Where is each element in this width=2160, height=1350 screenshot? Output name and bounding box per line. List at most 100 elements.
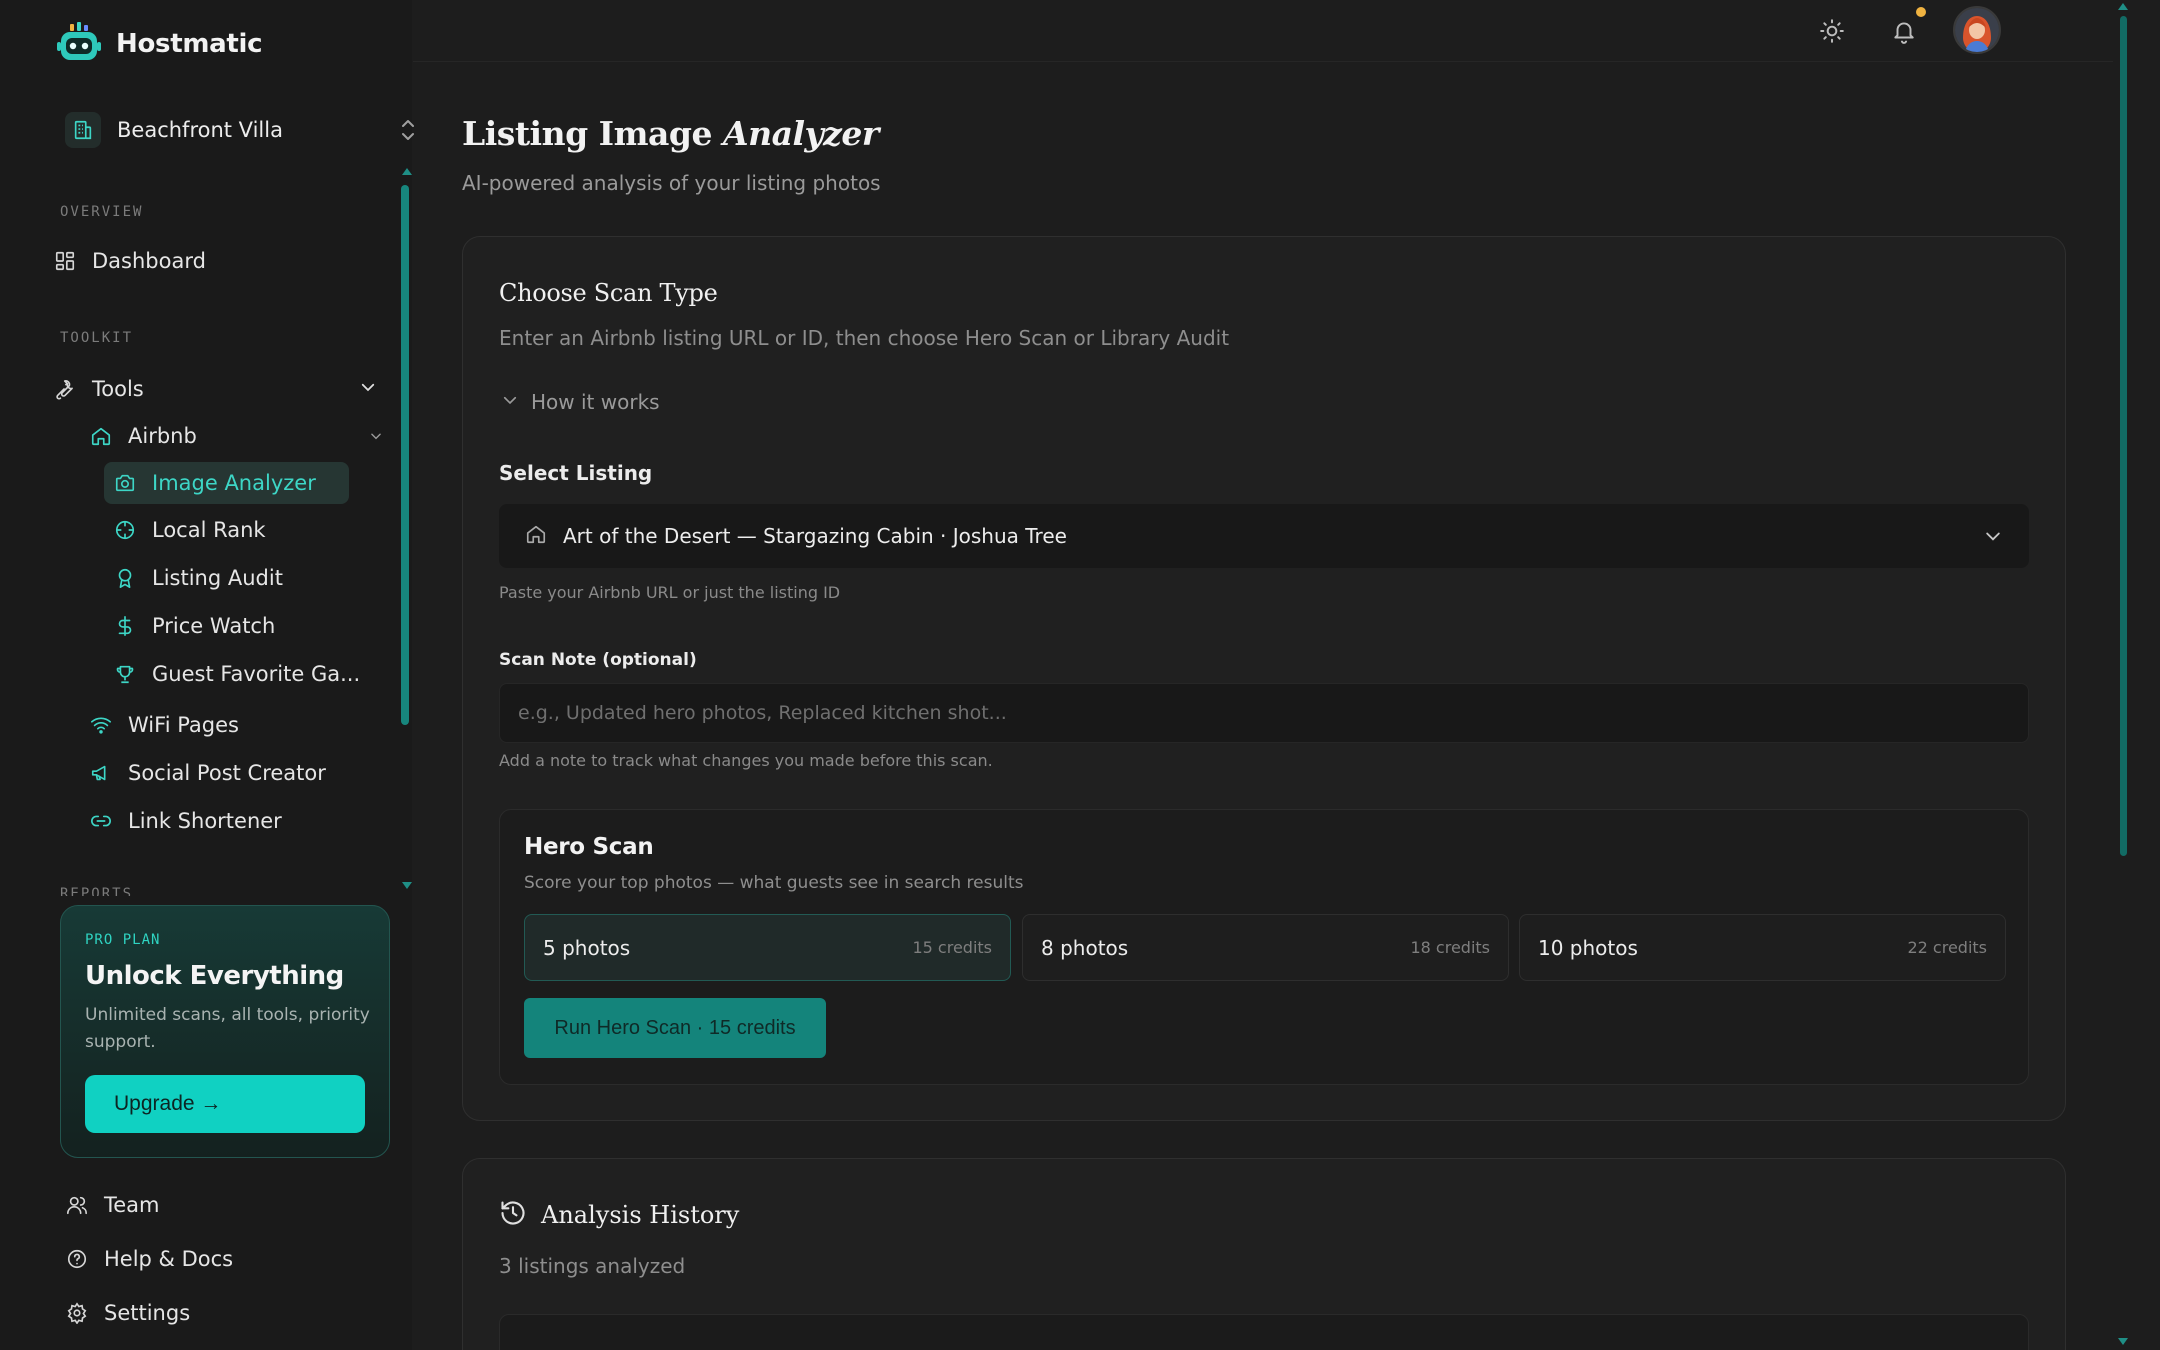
megaphone-icon: [88, 760, 114, 786]
help-circle-icon: [64, 1246, 90, 1272]
award-icon: [112, 565, 138, 591]
photo-option-count: 10 photos: [1538, 935, 1638, 960]
building-icon: [65, 112, 101, 148]
how-it-works-toggle[interactable]: How it works: [501, 390, 660, 414]
sidebar-item-label: Social Post Creator: [128, 761, 326, 785]
photo-option-8[interactable]: 8 photos 18 credits: [1022, 914, 1509, 981]
photo-option-5[interactable]: 5 photos 15 credits: [524, 914, 1011, 981]
scan-note-help: Add a note to track what changes you mad…: [499, 751, 993, 770]
sidebar-item-label: WiFi Pages: [128, 713, 239, 737]
chevron-down-icon: [501, 390, 519, 414]
robot-logo-icon: [57, 22, 101, 66]
history-header: Analysis History: [499, 1199, 739, 1231]
sidebar-item-label: Price Watch: [152, 614, 276, 638]
chevrons-up-down-icon: [399, 117, 417, 147]
sidebar-item-label: Link Shortener: [128, 809, 282, 833]
gear-icon: [64, 1300, 90, 1326]
history-icon: [499, 1199, 527, 1231]
card-title: Choose Scan Type: [499, 279, 718, 307]
sidebar-item-settings[interactable]: Settings: [64, 1300, 190, 1326]
sidebar-item-airbnb[interactable]: Airbnb: [88, 423, 383, 449]
analysis-history-card: Analysis History 3 listings analyzed: [462, 1158, 2066, 1350]
section-label-reports: REPORTS: [60, 886, 134, 896]
sidebar-item-wifi-pages[interactable]: WiFi Pages: [88, 712, 239, 738]
card-subtitle: Enter an Airbnb listing URL or ID, then …: [499, 326, 1230, 350]
page-scrollbar[interactable]: [2120, 16, 2127, 856]
sidebar-item-label: Help & Docs: [104, 1247, 234, 1271]
property-switcher[interactable]: Beachfront Villa: [65, 105, 417, 155]
page-scroll-down-arrow[interactable]: [2118, 1338, 2128, 1345]
sidebar-item-label: Local Rank: [152, 518, 266, 542]
history-subtitle: 3 listings analyzed: [499, 1254, 686, 1278]
trophy-icon: [112, 661, 138, 687]
page-title-italic: Analyzer: [722, 114, 879, 153]
top-bar: [413, 0, 2113, 62]
users-icon: [64, 1192, 90, 1218]
property-name: Beachfront Villa: [117, 118, 283, 142]
photo-option-credits: 22 credits: [1907, 938, 1987, 957]
sidebar-item-label: Dashboard: [92, 249, 206, 273]
history-title: Analysis History: [541, 1201, 740, 1229]
pro-plan-card: PRO PLAN Unlock Everything Unlimited sca…: [60, 905, 390, 1158]
sidebar-item-help-docs[interactable]: Help & Docs: [64, 1246, 233, 1272]
avatar[interactable]: [1953, 6, 2001, 54]
sidebar-item-listing-audit[interactable]: Listing Audit: [112, 565, 283, 591]
dollar-icon: [112, 613, 138, 639]
notification-dot: [1916, 7, 1926, 17]
sidebar-item-image-analyzer[interactable]: Image Analyzer: [104, 462, 349, 504]
run-hero-scan-button[interactable]: Run Hero Scan · 15 credits: [524, 998, 826, 1058]
select-listing-help: Paste your Airbnb URL or just the listin…: [499, 583, 841, 602]
sidebar-item-label: Image Analyzer: [152, 471, 316, 495]
wrench-icon: [52, 376, 78, 402]
chevron-down-icon: [359, 377, 377, 401]
sidebar-item-dashboard[interactable]: Dashboard: [52, 248, 206, 274]
select-listing-label: Select Listing: [499, 461, 653, 485]
page-subtitle: AI-powered analysis of your listing phot…: [462, 171, 881, 195]
hero-scan-panel: Hero Scan Score your top photos — what g…: [499, 809, 2029, 1085]
sidebar-item-link-shortener[interactable]: Link Shortener: [88, 808, 282, 834]
sidebar-item-label: Listing Audit: [152, 566, 283, 590]
sidebar-item-tools[interactable]: Tools: [52, 376, 377, 402]
sun-icon[interactable]: [1814, 13, 1850, 49]
sidebar-item-label: Tools: [92, 377, 144, 401]
bell-icon[interactable]: [1886, 13, 1922, 49]
scan-type-card: Choose Scan Type Enter an Airbnb listing…: [462, 236, 2066, 1121]
sidebar-item-label: Settings: [104, 1301, 191, 1325]
upgrade-button[interactable]: Upgrade →: [85, 1075, 365, 1133]
chevron-down-icon: [369, 424, 383, 448]
section-label-overview: OVERVIEW: [60, 204, 144, 220]
hero-scan-title: Hero Scan: [524, 834, 654, 860]
photo-option-credits: 15 credits: [912, 938, 992, 957]
sidebar-scroll-up-arrow[interactable]: [402, 168, 412, 175]
sidebar-scroll-down-arrow[interactable]: [402, 882, 412, 889]
sidebar-item-local-rank[interactable]: Local Rank: [112, 517, 266, 543]
photo-option-count: 5 photos: [543, 935, 631, 960]
photo-option-10[interactable]: 10 photos 22 credits: [1519, 914, 2006, 981]
sidebar-scrollbar[interactable]: [401, 185, 409, 725]
sidebar: Hostmatic Beachfront Villa OVERVIEW Dash…: [0, 0, 414, 1350]
selected-listing: Art of the Desert — Stargazing Cabin · J…: [563, 524, 1067, 548]
sidebar-item-price-watch[interactable]: Price Watch: [112, 613, 275, 639]
brand[interactable]: Hostmatic: [57, 22, 263, 66]
hero-scan-subtitle: Score your top photos — what guests see …: [524, 873, 1024, 893]
sidebar-item-label: Team: [104, 1193, 160, 1217]
photo-option-credits: 18 credits: [1410, 938, 1490, 957]
sidebar-item-guest-favorite[interactable]: Guest Favorite Ga...: [112, 661, 360, 687]
dashboard-icon: [52, 248, 78, 274]
page-scroll-up-arrow[interactable]: [2118, 3, 2128, 10]
page-title-plain: Listing Image: [462, 114, 712, 153]
pro-plan-description: Unlimited scans, all tools, priority sup…: [85, 1005, 370, 1052]
wifi-icon: [88, 712, 114, 738]
chevron-down-icon: [1983, 526, 2003, 550]
camera-icon: [112, 470, 138, 496]
scan-note-input[interactable]: [499, 683, 2029, 743]
sidebar-item-social-post-creator[interactable]: Social Post Creator: [88, 760, 326, 786]
section-label-toolkit: TOOLKIT: [60, 330, 134, 346]
scan-note-label: Scan Note (optional): [499, 650, 697, 670]
sidebar-item-label: Airbnb: [128, 424, 197, 448]
sidebar-item-team[interactable]: Team: [64, 1192, 160, 1218]
sidebar-item-label: Guest Favorite Ga...: [152, 662, 361, 686]
how-it-works-label: How it works: [531, 390, 660, 414]
listing-select[interactable]: Art of the Desert — Stargazing Cabin · J…: [499, 504, 2029, 568]
photo-option-count: 8 photos: [1041, 935, 1129, 960]
